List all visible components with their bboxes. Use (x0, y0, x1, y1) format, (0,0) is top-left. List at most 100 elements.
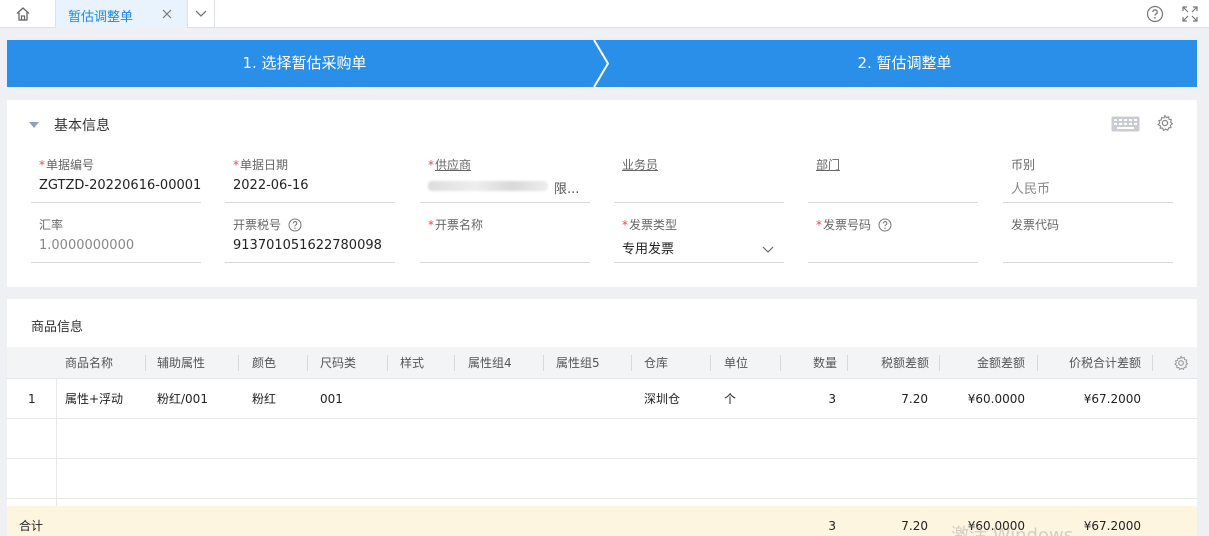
home-icon[interactable] (0, 0, 46, 28)
goods-panel: 商品信息 商品名称 辅助属性 颜色 尺码类 样式 属性组4 属性组5 仓库 单位… (7, 299, 1197, 536)
currency-label: 币别 (1011, 158, 1036, 172)
close-icon[interactable] (160, 7, 174, 21)
windows-activation-watermark: 激活 Windows (951, 525, 1074, 536)
col-header[interactable]: 仓库 (644, 347, 668, 379)
col-separator[interactable] (145, 355, 146, 371)
col-separator[interactable] (1037, 355, 1038, 371)
cell-size[interactable]: 001 (320, 379, 343, 419)
tab-label: 暂估调整单 (68, 10, 134, 25)
invoice-code-field[interactable]: 发票代码 (1003, 216, 1173, 263)
invoice-code-label: 发票代码 (1011, 218, 1060, 232)
salesman-label[interactable]: 业务员 (622, 156, 658, 173)
exchange-rate-value: 1.0000000000 (39, 238, 135, 253)
col-separator[interactable] (238, 355, 239, 371)
basic-info-panel: 基本信息 * 单据编号 ZGTZD-20220616-00001 * 单据日期 20… (7, 100, 1197, 287)
bill-date-label: 单据日期 (240, 158, 289, 172)
bill-date-field[interactable]: * 单据日期 2022-06-16 (225, 156, 395, 203)
table-row[interactable]: 1 属性+浮动 粉红/001 粉红 001 深圳仓 个 3 7.20 ¥60.0… (7, 379, 1197, 419)
col-header[interactable]: 尺码类 (320, 347, 356, 379)
tax-no-label: 开票税号 (233, 218, 282, 232)
currency-field: 币别 人民币 (1003, 156, 1173, 203)
col-separator[interactable] (780, 355, 781, 371)
bill-no-field[interactable]: * 单据编号 ZGTZD-20220616-00001 (31, 156, 201, 203)
col-header[interactable]: 价税合计差额 (1043, 347, 1141, 379)
gear-icon[interactable] (1156, 114, 1174, 132)
invoice-name-label: 开票名称 (435, 218, 484, 232)
currency-value: 人民币 (1011, 182, 1051, 197)
col-header[interactable]: 单位 (724, 347, 748, 379)
bill-no-label: 单据编号 (46, 158, 95, 172)
col-header[interactable]: 金额差额 (945, 347, 1025, 379)
step-1[interactable]: 1. 选择暂估采购单 (7, 40, 602, 87)
col-header[interactable]: 属性组4 (468, 347, 512, 379)
tab-estimate-adjust[interactable]: 暂估调整单 (55, 0, 188, 28)
col-separator[interactable] (307, 355, 308, 371)
step-divider-icon (593, 40, 610, 87)
col-header[interactable]: 税额差额 (853, 347, 929, 379)
cell-amount-diff[interactable]: ¥60.0000 (945, 379, 1025, 419)
help-circle-icon[interactable] (878, 218, 892, 232)
tax-no-value: 913701051622780098 (233, 238, 382, 253)
basic-info-header[interactable]: 基本信息 (29, 115, 110, 135)
collapse-caret-icon[interactable] (29, 122, 39, 128)
col-header[interactable]: 数量 (793, 347, 837, 379)
cell-color[interactable]: 粉红 (252, 379, 276, 419)
table-row-empty[interactable] (7, 459, 1197, 499)
supplier-label[interactable]: 供应商 (435, 156, 471, 173)
supplier-value-redacted (428, 181, 548, 191)
col-header[interactable]: 样式 (400, 347, 424, 379)
col-separator[interactable] (939, 355, 940, 371)
cell-aux[interactable]: 粉红/001 (157, 379, 208, 419)
table-row-empty[interactable] (7, 419, 1197, 459)
col-separator[interactable] (847, 355, 848, 371)
cell-name[interactable]: 属性+浮动 (65, 379, 123, 419)
grid-header: 商品名称 辅助属性 颜色 尺码类 样式 属性组4 属性组5 仓库 单位 数量 税… (7, 347, 1197, 379)
invoice-type-value: 专用发票 (622, 242, 675, 257)
invoice-type-label: 发票类型 (629, 218, 678, 232)
exchange-rate-field: 汇率 1.0000000000 (31, 216, 201, 263)
invoice-name-field[interactable]: * 开票名称 (420, 216, 590, 263)
col-separator[interactable] (454, 355, 455, 371)
department-label[interactable]: 部门 (816, 156, 840, 173)
invoice-no-label: 发票号码 (823, 218, 872, 232)
col-separator[interactable] (543, 355, 544, 371)
col-separator[interactable] (710, 355, 711, 371)
tax-no-field[interactable]: 开票税号 913701051622780098 (225, 216, 395, 263)
cell-warehouse[interactable]: 深圳仓 (644, 379, 680, 419)
chevron-down-icon[interactable] (188, 0, 215, 28)
invoice-type-select[interactable]: * 发票类型 专用发票 (614, 216, 784, 263)
gear-icon[interactable] (1173, 355, 1189, 371)
col-header[interactable]: 颜色 (252, 347, 276, 379)
col-header[interactable]: 属性组5 (556, 347, 600, 379)
cell-tax-diff[interactable]: 7.20 (853, 379, 928, 419)
col-separator[interactable] (387, 355, 388, 371)
keyboard-icon[interactable] (1111, 116, 1140, 132)
cell-qty[interactable]: 3 (793, 379, 836, 419)
department-field[interactable]: 部门 (808, 156, 978, 203)
step-progress-bar: 1. 选择暂估采购单 2. 暂估调整单 (7, 40, 1197, 87)
bill-date-value: 2022-06-16 (233, 178, 309, 193)
bill-no-value: ZGTZD-20220616-00001 (39, 178, 202, 193)
top-tab-bar: 暂估调整单 (0, 0, 1209, 28)
fullscreen-icon[interactable] (1181, 5, 1199, 23)
supplier-field[interactable]: * 供应商 限... (420, 156, 590, 203)
section-title: 基本信息 (54, 118, 110, 134)
help-circle-icon[interactable] (288, 218, 302, 232)
col-header[interactable]: 商品名称 (65, 347, 113, 379)
salesman-field[interactable]: 业务员 (614, 156, 784, 203)
total-label: 合计 (19, 519, 44, 533)
col-header[interactable]: 辅助属性 (157, 347, 205, 379)
cell-total-diff[interactable]: ¥67.2000 (1043, 379, 1141, 419)
invoice-no-field[interactable]: * 发票号码 (808, 216, 978, 263)
help-icon[interactable] (1146, 5, 1164, 23)
exchange-rate-label: 汇率 (39, 218, 64, 232)
total-tax-diff: 7.20 (901, 519, 928, 533)
row-number: 1 (28, 392, 36, 406)
col-separator[interactable] (631, 355, 632, 371)
goods-title: 商品信息 (31, 320, 84, 335)
total-qty: 3 (828, 519, 836, 533)
cell-unit[interactable]: 个 (724, 379, 736, 419)
step-2[interactable]: 2. 暂估调整单 (612, 40, 1197, 87)
col-separator[interactable] (1152, 355, 1153, 371)
chevron-down-icon[interactable] (762, 243, 774, 253)
